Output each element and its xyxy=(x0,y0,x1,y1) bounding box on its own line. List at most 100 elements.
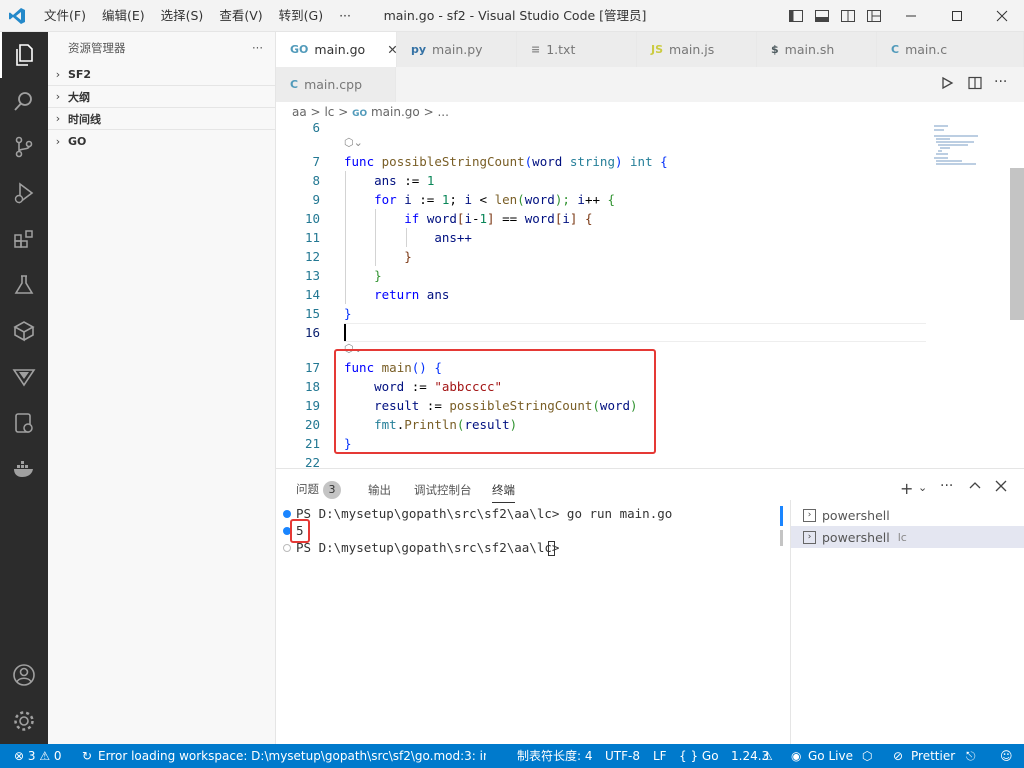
tab-main-cpp[interactable]: C main.cpp xyxy=(276,67,396,102)
customize-layout-icon[interactable] xyxy=(862,0,886,32)
section-label: 大纲 xyxy=(68,90,90,104)
settings-gear-icon[interactable] xyxy=(0,698,48,744)
code-line: func possibleStringCount(word string) in… xyxy=(344,154,668,169)
line-number: 18 xyxy=(304,379,320,394)
status-prettier[interactable]: Prettier xyxy=(911,744,955,768)
line-number: 7 xyxy=(312,154,320,169)
triangle-plugin-icon[interactable] xyxy=(0,354,48,400)
command-pending-dot-icon xyxy=(283,544,291,552)
tab-label: main.cpp xyxy=(304,77,363,92)
line-number: 16 xyxy=(304,325,320,340)
chevron-down-icon[interactable]: ⌄ xyxy=(918,481,927,494)
editor-more-icon[interactable]: ··· xyxy=(994,74,1007,90)
current-line-highlight xyxy=(344,323,926,342)
command-success-dot-icon[interactable] xyxy=(283,510,291,518)
codelens-icon[interactable]: ⬡⌄ xyxy=(344,136,363,149)
terminal-list-item[interactable]: › powershell lc xyxy=(791,526,1024,548)
breadcrumb-file[interactable]: main.go xyxy=(371,105,420,119)
line-number: 17 xyxy=(304,360,320,375)
minimize-icon[interactable] xyxy=(888,0,934,32)
breadcrumb-aa[interactable]: aa xyxy=(292,105,307,119)
code-line: } xyxy=(374,268,382,283)
code-line: if word[i-1] == word[i] { xyxy=(404,211,593,226)
line-number: 8 xyxy=(312,173,320,188)
account-icon[interactable] xyxy=(0,652,48,698)
docker-icon[interactable] xyxy=(0,446,48,492)
breadcrumb-symbol[interactable]: ... xyxy=(437,105,448,119)
explorer-icon[interactable] xyxy=(0,32,48,78)
search-icon[interactable] xyxy=(0,78,48,124)
section-go[interactable]: › GO xyxy=(48,130,275,152)
explorer-more-button[interactable]: ··· xyxy=(252,41,263,55)
tab-main-py[interactable]: py main.py xyxy=(397,32,517,67)
source-control-icon[interactable] xyxy=(0,124,48,170)
new-terminal-plus-icon[interactable]: + xyxy=(900,479,913,498)
feedback-icon[interactable]: ☺ xyxy=(1000,744,1013,768)
code-line: return ans xyxy=(374,287,450,302)
status-eol[interactable]: LF xyxy=(653,744,667,768)
status-tab-size[interactable]: 制表符长度: 4 xyxy=(517,744,593,768)
close-window-icon[interactable] xyxy=(980,0,1024,32)
tab-label: main.py xyxy=(432,42,483,57)
status-encoding[interactable]: UTF-8 xyxy=(605,744,640,768)
panel-more-icon[interactable]: ··· xyxy=(940,478,953,494)
cpp-file-icon: C xyxy=(290,78,299,91)
panel-tab-debug-console[interactable]: 调试控制台 xyxy=(414,482,472,498)
panel-tab-problems[interactable]: 问题 3 xyxy=(296,481,341,499)
code-editor[interactable]: 6 7 8 9 10 11 12 13 14 15 16 17 18 19 20… xyxy=(276,122,1024,468)
status-bar: ⊗ 3 ⚠ 0 ↻ Error loading workspace: D:\my… xyxy=(0,744,1024,768)
tab-main-js[interactable]: JS main.js xyxy=(637,32,757,67)
text-cursor xyxy=(344,324,346,341)
notifications-bell-icon[interactable]: ⎋ xyxy=(966,744,976,768)
breadcrumb-separator: > xyxy=(338,105,349,119)
terminal-list-item[interactable]: › powershell xyxy=(791,504,1024,526)
code-line: ans++ xyxy=(434,230,472,245)
menu-bar: 文件(F) 编辑(E) 选择(S) 查看(V) 转到(G) ··· xyxy=(36,0,359,32)
line-number: 14 xyxy=(304,287,320,302)
status-go-live[interactable]: Go Live xyxy=(808,744,853,768)
editor-scrollbar[interactable] xyxy=(1010,168,1024,320)
menu-view[interactable]: 查看(V) xyxy=(211,0,270,32)
status-message[interactable]: Error loading workspace: D:\mysetup\gopa… xyxy=(98,744,486,768)
split-editor-icon[interactable] xyxy=(968,76,982,94)
explorer-sidebar: 资源管理器 ··· › SF2 › 大纲 › 时间线 › GO xyxy=(48,32,276,744)
code-line: } xyxy=(344,306,352,321)
menu-edit[interactable]: 编辑(E) xyxy=(94,0,153,32)
menu-go[interactable]: 转到(G) xyxy=(271,0,331,32)
toggle-secondary-sidebar-icon[interactable] xyxy=(836,0,860,32)
menu-selection[interactable]: 选择(S) xyxy=(153,0,212,32)
menu-file[interactable]: 文件(F) xyxy=(36,0,94,32)
editor-tabs: GO main.go ✕ py main.py ≡ 1.txt JS main.… xyxy=(276,32,1024,102)
line-number: 19 xyxy=(304,398,320,413)
section-timeline[interactable]: › 时间线 xyxy=(48,108,275,130)
prettier-icon: ⊘ xyxy=(893,749,904,763)
run-debug-icon[interactable] xyxy=(0,170,48,216)
run-file-icon[interactable] xyxy=(940,76,954,94)
minimap[interactable] xyxy=(928,122,1008,182)
tab-main-c[interactable]: C main.c xyxy=(877,32,1024,67)
panel-tab-terminal[interactable]: 终端 xyxy=(492,482,515,503)
toggle-primary-sidebar-icon[interactable] xyxy=(784,0,808,32)
chevron-right-icon: › xyxy=(55,90,61,103)
extensions-icon[interactable] xyxy=(0,216,48,262)
panel-tab-output[interactable]: 输出 xyxy=(368,482,391,498)
tab-main-sh[interactable]: $ main.sh xyxy=(757,32,877,67)
terminal-scrollbar[interactable] xyxy=(780,530,783,546)
status-language[interactable]: { } Go xyxy=(679,744,719,768)
terminal-prompt[interactable]: PS D:\mysetup\gopath\src\sf2\aa\lc> xyxy=(296,540,567,555)
section-outline[interactable]: › 大纲 xyxy=(48,86,275,108)
testing-flask-icon[interactable] xyxy=(0,262,48,308)
maximize-icon[interactable] xyxy=(934,0,980,32)
remote-explorer-icon[interactable] xyxy=(0,400,48,446)
tab-main-go[interactable]: GO main.go ✕ xyxy=(276,32,398,67)
maximize-panel-icon[interactable] xyxy=(968,479,982,497)
status-problems[interactable]: ⊗ 3 ⚠ 0 xyxy=(14,744,62,768)
section-sf2[interactable]: › SF2 xyxy=(48,64,275,86)
tab-1-txt[interactable]: ≡ 1.txt xyxy=(517,32,637,67)
toggle-panel-icon[interactable] xyxy=(810,0,834,32)
go-live-plugin-icon[interactable] xyxy=(0,308,48,354)
breadcrumb-lc[interactable]: lc xyxy=(324,105,334,119)
shell-file-icon: $ xyxy=(771,43,779,56)
close-panel-icon[interactable] xyxy=(994,479,1008,497)
plugin-icon[interactable]: ⬡ xyxy=(862,744,872,768)
